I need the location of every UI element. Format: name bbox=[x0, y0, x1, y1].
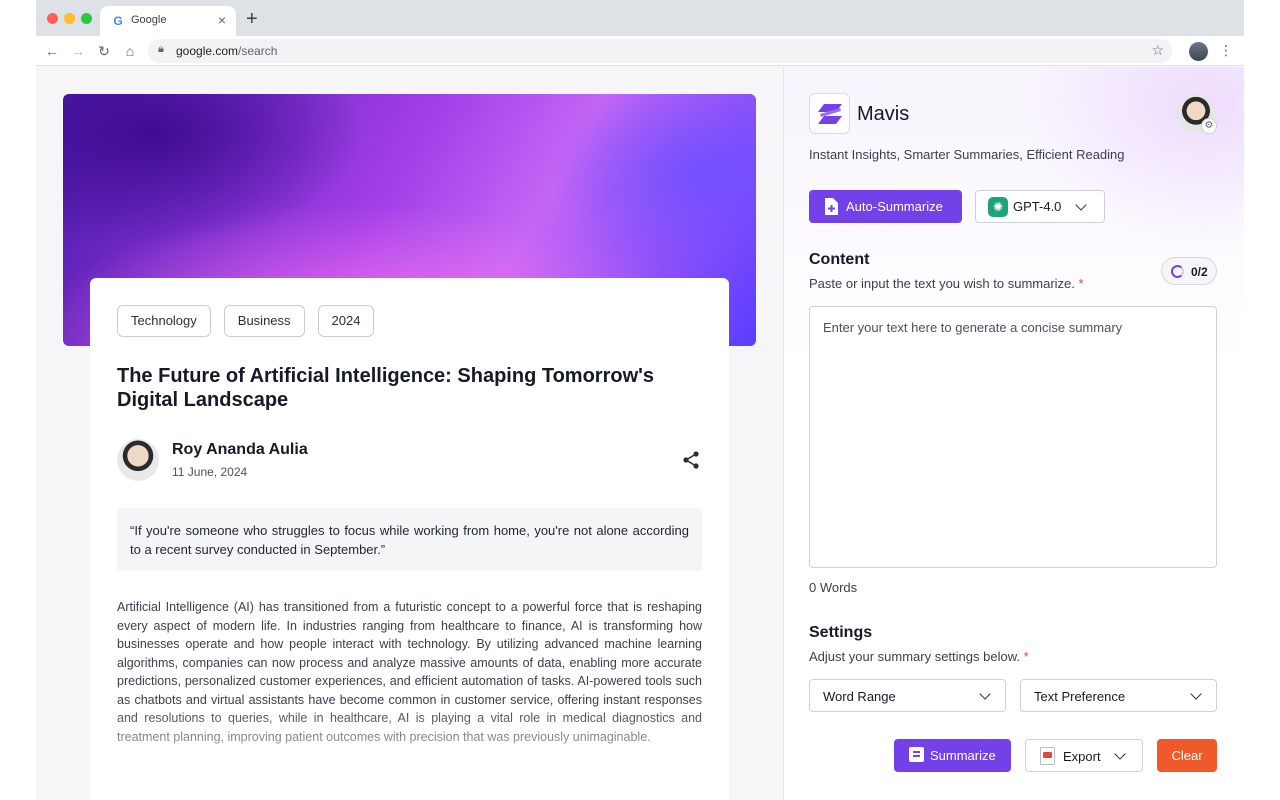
settings-subtitle: Adjust your summary settings below. * bbox=[809, 649, 1029, 664]
usage-ring-icon bbox=[1171, 265, 1184, 278]
tab-strip: G Google × + bbox=[36, 0, 1244, 36]
tab-title: Google bbox=[131, 14, 167, 26]
menu-kebab-icon[interactable]: ⋮ bbox=[1219, 42, 1233, 59]
content-input[interactable] bbox=[809, 306, 1217, 568]
chevron-down-icon bbox=[1075, 199, 1087, 211]
article-page: Technology Business 2024 The Future of A… bbox=[36, 67, 783, 800]
pdf-file-icon bbox=[1040, 747, 1055, 765]
pull-quote: “If you're someone who struggles to focu… bbox=[117, 508, 702, 571]
chevron-down-icon bbox=[1190, 688, 1202, 700]
article-headline: The Future of Artificial Intelligence: S… bbox=[117, 365, 655, 411]
close-window-button[interactable] bbox=[47, 13, 58, 24]
settings-title: Settings bbox=[809, 624, 873, 641]
app-title: Mavis bbox=[857, 103, 910, 125]
mavis-logo-icon bbox=[809, 93, 850, 134]
export-label: Export bbox=[1063, 749, 1101, 764]
export-dropdown[interactable]: Export bbox=[1025, 739, 1143, 772]
content-title: Content bbox=[809, 251, 870, 268]
tag-business[interactable]: Business bbox=[223, 305, 305, 337]
tag-2024[interactable]: 2024 bbox=[317, 305, 375, 337]
model-dropdown[interactable]: ✺ GPT-4.0 bbox=[975, 190, 1105, 223]
bookmark-star-icon[interactable]: ☆ bbox=[1151, 42, 1164, 59]
lock-icon[interactable]: 🔒︎ bbox=[158, 43, 164, 56]
google-favicon-icon: G bbox=[113, 14, 123, 28]
model-label: GPT-4.0 bbox=[1013, 199, 1062, 214]
browser-window: G Google × + ← → ↻ ⌂ 🔒︎ google.com/searc… bbox=[36, 0, 1244, 800]
new-tab-icon[interactable]: + bbox=[246, 8, 258, 30]
maximize-window-button[interactable] bbox=[81, 13, 92, 24]
tag-technology[interactable]: Technology bbox=[117, 305, 211, 337]
usage-counter: 0/2 bbox=[1161, 257, 1217, 285]
home-icon[interactable]: ⌂ bbox=[120, 41, 140, 61]
tab-google[interactable]: G Google × bbox=[100, 6, 236, 36]
url-text[interactable]: google.com/search bbox=[176, 44, 277, 58]
auto-summarize-label: Auto-Summarize bbox=[846, 199, 943, 214]
author-name: Roy Ananda Aulia bbox=[172, 441, 308, 458]
publish-date: 11 June, 2024 bbox=[172, 465, 248, 479]
article-body: Artificial Intelligence (AI) has transit… bbox=[117, 600, 702, 744]
auto-summarize-button[interactable]: Auto-Summarize bbox=[809, 190, 962, 223]
document-plus-icon bbox=[825, 198, 838, 215]
chevron-down-icon bbox=[1114, 748, 1126, 760]
reload-icon[interactable]: ↻ bbox=[94, 41, 114, 61]
share-icon[interactable] bbox=[681, 450, 701, 470]
author-avatar bbox=[117, 439, 159, 481]
clear-button[interactable]: Clear bbox=[1157, 739, 1217, 772]
tag-list: Technology Business 2024 bbox=[117, 305, 375, 337]
app-tagline: Instant Insights, Smarter Summaries, Eff… bbox=[809, 147, 1125, 162]
back-arrow-icon[interactable]: ← bbox=[42, 41, 62, 61]
forward-arrow-icon[interactable]: → bbox=[68, 41, 88, 61]
mavis-side-panel: Mavis ⚙ Instant Insights, Smarter Summar… bbox=[783, 67, 1244, 800]
text-preference-dropdown[interactable]: Text Preference bbox=[1020, 679, 1217, 712]
word-range-label: Word Range bbox=[823, 689, 896, 704]
article-card: Technology Business 2024 The Future of A… bbox=[90, 278, 729, 800]
right-margin bbox=[1244, 0, 1280, 800]
settings-gear-icon[interactable]: ⚙ bbox=[1201, 118, 1217, 134]
left-margin bbox=[0, 0, 36, 800]
content-subtitle: Paste or input the text you wish to summ… bbox=[809, 276, 1084, 291]
word-count: 0 Words bbox=[809, 580, 858, 595]
summary-doc-icon bbox=[909, 747, 924, 762]
profile-avatar[interactable] bbox=[1189, 42, 1208, 61]
usage-label: 0/2 bbox=[1191, 265, 1208, 279]
address-bar[interactable]: 🔒︎ google.com/search ☆ bbox=[148, 39, 1172, 63]
chevron-down-icon bbox=[979, 688, 991, 700]
text-preference-label: Text Preference bbox=[1034, 689, 1126, 704]
tab-close-icon[interactable]: × bbox=[218, 12, 226, 28]
summarize-label: Summarize bbox=[930, 748, 996, 763]
minimize-window-button[interactable] bbox=[64, 13, 75, 24]
summarize-button[interactable]: Summarize bbox=[894, 739, 1011, 772]
openai-icon: ✺ bbox=[988, 197, 1008, 217]
browser-toolbar: ← → ↻ ⌂ 🔒︎ google.com/search ☆ ⋮ bbox=[36, 36, 1244, 66]
word-range-dropdown[interactable]: Word Range bbox=[809, 679, 1006, 712]
